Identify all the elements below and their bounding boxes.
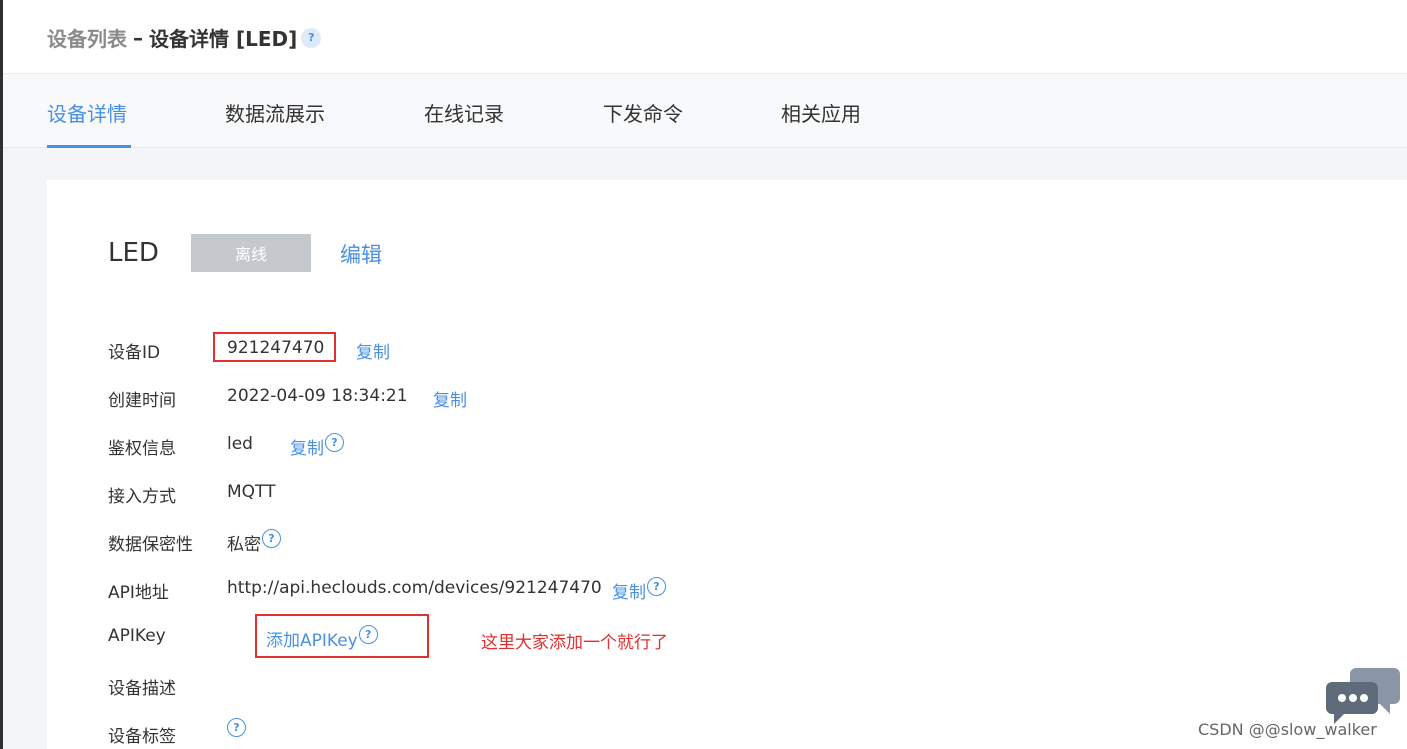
copy-label: 复制 [433, 391, 467, 411]
field-label: 数据保密性 [108, 535, 193, 555]
device-detail-card: LED 离线 编辑 设备ID 921247470 复制 创建时间 2022-04… [47, 180, 1407, 749]
help-icon[interactable]: ? [262, 529, 281, 548]
copy-device-id-button[interactable]: 复制 [356, 338, 390, 363]
field-label: 设备ID [108, 343, 161, 363]
field-label: API地址 [108, 583, 169, 603]
copy-api-address-button[interactable]: 复制 ? [612, 577, 666, 603]
field-label: 设备描述 [108, 679, 176, 699]
tab-related-apps[interactable]: 相关应用 [781, 98, 861, 127]
field-label: 接入方式 [108, 487, 176, 507]
highlight-box-device-id [213, 332, 336, 362]
breadcrumb-device-list-link[interactable]: 设备列表 [47, 23, 127, 52]
privacy-value: 私密 [227, 535, 261, 555]
page-title: 设备详情 [LED] [149, 27, 298, 51]
tab-bar: 设备详情 数据流展示 在线记录 下发命令 相关应用 [3, 74, 1407, 148]
field-label: 创建时间 [108, 391, 176, 411]
copy-label: 复制 [612, 583, 646, 603]
tab-device-details[interactable]: 设备详情 [47, 98, 127, 127]
watermark: CSDN @@slow_walker [1198, 720, 1377, 739]
chat-support-icon[interactable] [1326, 664, 1400, 724]
field-label: 鉴权信息 [108, 439, 176, 459]
copy-label: 复制 [290, 439, 324, 459]
tab-datastreams[interactable]: 数据流展示 [225, 98, 325, 127]
help-icon[interactable]: ? [227, 718, 246, 737]
copy-label: 复制 [356, 343, 390, 363]
tab-send-command[interactable]: 下发命令 [603, 98, 683, 127]
created-time-value: 2022-04-09 18:34:21 [227, 386, 408, 406]
annotation-note: 这里大家添加一个就行了 [481, 633, 668, 653]
breadcrumb: 设备列表 – 设备详情 [LED] ? [47, 23, 322, 52]
field-label: APIKey [108, 626, 166, 646]
breadcrumb-separator: – [133, 25, 143, 50]
auth-info-value: led [227, 434, 253, 454]
privacy-value-wrap: 私密 ? [227, 529, 281, 555]
active-tab-indicator [47, 145, 131, 148]
copy-auth-info-button[interactable]: 复制 ? [290, 433, 344, 459]
copy-created-time-button[interactable]: 复制 [433, 386, 467, 411]
status-badge: 离线 [191, 234, 311, 272]
tab-online-records[interactable]: 在线记录 [424, 98, 504, 127]
top-header: 设备列表 – 设备详情 [LED] ? [3, 0, 1407, 74]
edit-button[interactable]: 编辑 [340, 239, 382, 269]
protocol-value: MQTT [227, 482, 276, 502]
api-address-value: http://api.heclouds.com/devices/92124747… [227, 578, 602, 598]
highlight-box-apikey [255, 614, 429, 658]
help-icon[interactable]: ? [301, 27, 322, 48]
help-icon[interactable]: ? [325, 433, 344, 452]
device-name: LED [108, 238, 159, 268]
help-icon[interactable]: ? [647, 577, 666, 596]
field-label: 设备标签 [108, 727, 176, 747]
